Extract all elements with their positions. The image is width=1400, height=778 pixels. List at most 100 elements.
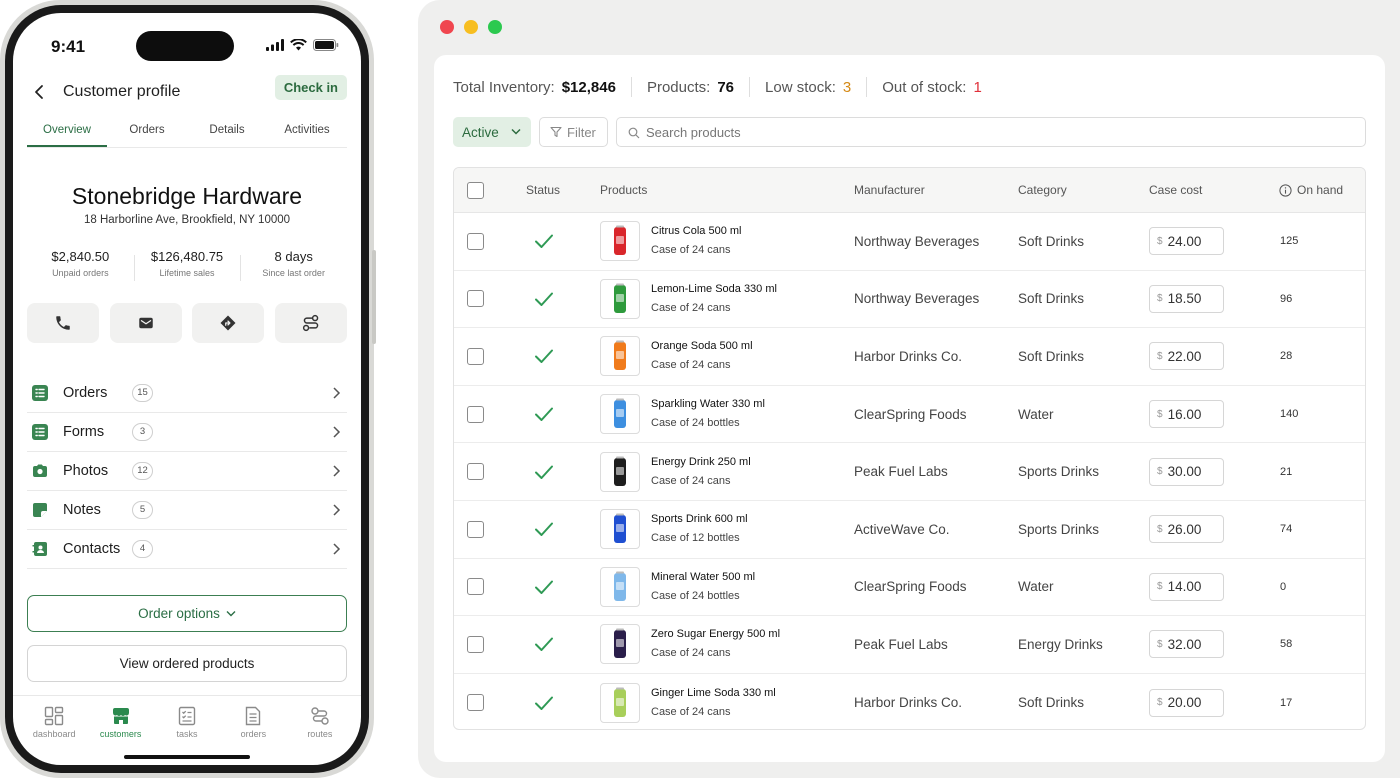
table-row[interactable]: Energy Drink 250 ml Case of 24 cans Peak F… bbox=[454, 443, 1365, 501]
table-row[interactable]: Citrus Cola 500 ml Case of 24 cans Northwa… bbox=[454, 213, 1365, 271]
product-thumbnail bbox=[600, 278, 640, 319]
table-row[interactable]: Orange Soda 500 ml Case of 24 cans Harbor … bbox=[454, 328, 1365, 386]
window-minimize-button[interactable] bbox=[464, 20, 478, 34]
on-hand-cell: 21 bbox=[1280, 465, 1293, 478]
nav-label: routes bbox=[307, 729, 333, 739]
product-name[interactable]: Sparkling Water 330 ml bbox=[651, 395, 765, 414]
table-row[interactable]: Ginger Lime Soda 330 ml Case of 24 cans Ha… bbox=[454, 674, 1365, 729]
manufacturer-cell: ActiveWave Co. bbox=[854, 521, 950, 537]
product-name[interactable]: Mineral Water 500 ml bbox=[651, 568, 755, 587]
currency-symbol: $ bbox=[1157, 466, 1163, 478]
check-in-button[interactable]: Check in bbox=[274, 75, 347, 100]
order-options-button[interactable]: Order options bbox=[27, 595, 347, 632]
check-icon bbox=[535, 522, 553, 537]
directions-button[interactable] bbox=[192, 303, 265, 343]
check-icon bbox=[535, 637, 553, 652]
select-all-checkbox[interactable] bbox=[467, 181, 484, 199]
column-header-products[interactable]: Products bbox=[600, 168, 647, 212]
search-input[interactable] bbox=[646, 118, 946, 146]
column-header-case-cost[interactable]: Case cost bbox=[1149, 168, 1202, 212]
row-checkbox[interactable] bbox=[467, 635, 484, 653]
filter-button[interactable]: Filter bbox=[539, 117, 608, 147]
row-checkbox[interactable] bbox=[467, 694, 484, 712]
case-cost-value: 14.00 bbox=[1167, 579, 1202, 595]
row-checkbox[interactable] bbox=[467, 290, 484, 308]
column-header-status[interactable]: Status bbox=[526, 168, 560, 212]
on-hand-cell: 125 bbox=[1280, 235, 1299, 248]
stat-lifetime-sales: $126,480.75 Lifetime sales bbox=[133, 249, 241, 289]
search-icon bbox=[628, 127, 640, 139]
product-name[interactable]: Lemon-Lime Soda 330 ml bbox=[651, 280, 777, 299]
status-bar: 9:41 bbox=[13, 29, 361, 61]
back-arrow-icon[interactable] bbox=[31, 83, 49, 101]
window-close-button[interactable] bbox=[440, 20, 454, 34]
currency-symbol: $ bbox=[1157, 235, 1163, 247]
tab-details[interactable]: Details bbox=[187, 120, 267, 147]
nav-routes[interactable]: routes bbox=[287, 706, 353, 765]
on-hand-cell: 74 bbox=[1280, 523, 1293, 536]
case-cost-input[interactable]: $20.00 bbox=[1149, 688, 1224, 717]
email-button[interactable] bbox=[109, 303, 182, 343]
menu-item-notes[interactable]: Notes 5 bbox=[27, 491, 347, 530]
table-row[interactable]: Mineral Water 500 ml Case of 24 bottles Cl… bbox=[454, 559, 1365, 617]
nav-dashboard[interactable]: dashboard bbox=[21, 706, 87, 765]
product-name[interactable]: Citrus Cola 500 ml bbox=[651, 222, 741, 241]
case-cost-input[interactable]: $18.50 bbox=[1149, 284, 1224, 313]
signal-icon bbox=[266, 39, 284, 51]
column-header-manufacturer[interactable]: Manufacturer bbox=[854, 168, 925, 212]
table-row[interactable]: Sports Drink 600 ml Case of 12 bottles Act… bbox=[454, 501, 1365, 559]
route-button[interactable] bbox=[274, 303, 347, 343]
case-cost-input[interactable]: $30.00 bbox=[1149, 457, 1224, 486]
table-row[interactable]: Zero Sugar Energy 500 ml Case of 24 cans P… bbox=[454, 616, 1365, 674]
currency-symbol: $ bbox=[1157, 350, 1163, 362]
category-cell: Water bbox=[1018, 406, 1054, 422]
manufacturer-cell: Harbor Drinks Co. bbox=[854, 695, 963, 711]
row-checkbox[interactable] bbox=[467, 578, 484, 596]
product-name[interactable]: Sports Drink 600 ml bbox=[651, 510, 748, 529]
can-icon bbox=[614, 456, 626, 486]
product-thumbnail bbox=[600, 221, 640, 262]
column-header-category[interactable]: Category bbox=[1018, 168, 1067, 212]
tab-orders[interactable]: Orders bbox=[107, 120, 187, 147]
table-row[interactable]: Sparkling Water 330 ml Case of 24 bottles… bbox=[454, 386, 1365, 444]
call-button[interactable] bbox=[27, 303, 99, 343]
row-checkbox[interactable] bbox=[467, 347, 484, 365]
row-checkbox[interactable] bbox=[467, 520, 484, 538]
product-pack: Case of 24 cans bbox=[651, 705, 731, 718]
case-cost-input[interactable]: $32.00 bbox=[1149, 630, 1224, 659]
case-cost-input[interactable]: $16.00 bbox=[1149, 400, 1224, 429]
product-name[interactable]: Energy Drink 250 ml bbox=[651, 453, 751, 472]
menu-item-orders[interactable]: Orders 15 bbox=[27, 374, 347, 413]
currency-symbol: $ bbox=[1157, 697, 1163, 709]
case-cost-input[interactable]: $24.00 bbox=[1149, 227, 1224, 256]
chevron-right-icon bbox=[333, 543, 341, 555]
total-inventory-value: $12,846 bbox=[561, 78, 616, 96]
menu-item-forms[interactable]: Forms 3 bbox=[27, 413, 347, 452]
menu-item-contacts[interactable]: Contacts 4 bbox=[27, 530, 347, 569]
routes-icon bbox=[311, 707, 329, 725]
nav-label: tasks bbox=[176, 729, 198, 739]
check-icon bbox=[535, 465, 553, 479]
product-name[interactable]: Orange Soda 500 ml bbox=[651, 337, 753, 356]
product-name[interactable]: Ginger Lime Soda 330 ml bbox=[651, 684, 776, 703]
tab-overview[interactable]: Overview bbox=[27, 120, 107, 147]
case-cost-input[interactable]: $14.00 bbox=[1149, 572, 1224, 601]
tab-activities[interactable]: Activities bbox=[267, 120, 347, 147]
case-cost-input[interactable]: $22.00 bbox=[1149, 342, 1224, 371]
can-icon bbox=[614, 513, 626, 544]
product-pack: Case of 24 cans bbox=[651, 359, 731, 372]
menu-item-photos[interactable]: Photos 12 bbox=[27, 452, 347, 491]
table-row[interactable]: Lemon-Lime Soda 330 ml Case of 24 cans Nor… bbox=[454, 271, 1365, 329]
row-checkbox[interactable] bbox=[467, 463, 484, 481]
status-filter-dropdown[interactable]: Active bbox=[453, 117, 531, 147]
divider bbox=[866, 77, 868, 97]
view-ordered-products-button[interactable]: View ordered products bbox=[27, 645, 347, 682]
product-name[interactable]: Zero Sugar Energy 500 ml bbox=[651, 625, 780, 644]
product-thumbnail bbox=[600, 394, 640, 435]
row-checkbox[interactable] bbox=[467, 405, 484, 423]
column-header-on-hand[interactable]: On hand bbox=[1279, 168, 1343, 212]
window-maximize-button[interactable] bbox=[488, 20, 502, 34]
case-cost-input[interactable]: $26.00 bbox=[1149, 515, 1224, 544]
on-hand-cell: 140 bbox=[1280, 408, 1299, 421]
row-checkbox[interactable] bbox=[467, 232, 484, 250]
